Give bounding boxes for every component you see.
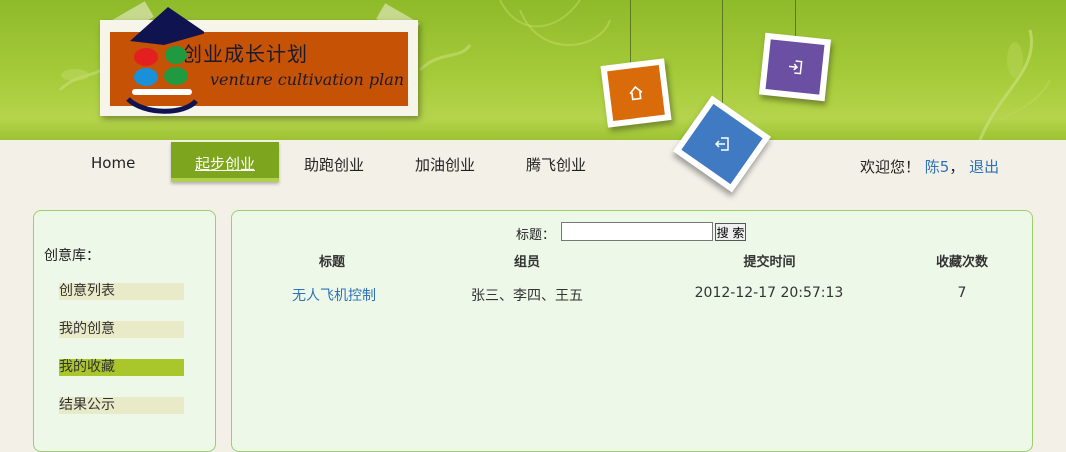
sidebar-item-my-ideas[interactable]: 我的创意 <box>59 321 184 338</box>
login-card[interactable] <box>758 32 832 102</box>
sidebar-item-results[interactable]: 结果公示 <box>59 397 184 414</box>
sidebar-item-idea-list[interactable]: 创意列表 <box>59 283 184 300</box>
column-header-members: 组员 <box>513 255 540 270</box>
idea-favorite-count: 7 <box>957 285 967 301</box>
greeting-text: 欢迎您！ <box>860 158 921 176</box>
idea-title-link[interactable]: 无人飞机控制 <box>272 285 396 305</box>
idea-members: 张三、李四、王五 <box>471 288 583 304</box>
favorites-panel: 标题： 搜 索 标题 组员 提交时间 收藏次数 无人飞机控制 张三、李四、王五 … <box>231 210 1033 452</box>
sidebar: 创意库： 创意列表 我的创意 我的收藏 结果公示 <box>33 210 216 452</box>
logout-link[interactable]: 退出 <box>969 158 999 176</box>
sidebar-title: 创意库： <box>44 248 100 264</box>
hanging-string <box>795 0 796 36</box>
username-link[interactable]: 陈5 <box>925 158 950 176</box>
site-logo[interactable]: 创业成长计划 venture cultivation plan <box>100 7 418 116</box>
column-header-favorite-count: 收藏次数 <box>935 255 988 270</box>
user-welcome: 欢迎您！ 陈5， 退出 <box>860 156 999 177</box>
sidebar-item-my-favorites[interactable]: 我的收藏 <box>59 359 184 376</box>
search-button[interactable]: 搜 索 <box>715 223 746 241</box>
search-input[interactable] <box>561 222 713 241</box>
hanging-string <box>722 0 723 104</box>
home-icon <box>629 85 643 101</box>
column-header-submit-time: 提交时间 <box>743 255 796 270</box>
separator-text: ， <box>949 158 965 176</box>
nav-active-label: 起步创业 <box>194 155 255 173</box>
logo-mascot-icon <box>126 7 204 114</box>
search-label: 标题： <box>516 228 556 243</box>
logo-subtitle: venture cultivation plan <box>210 70 405 89</box>
nav-soar-business[interactable]: 腾飞创业 <box>526 154 586 175</box>
hanging-string <box>630 0 631 62</box>
nav-boost-business[interactable]: 加油创业 <box>415 154 475 175</box>
idea-submit-time: 2012-12-17 20:57:13 <box>694 285 844 301</box>
nav-home[interactable]: Home <box>91 154 135 172</box>
header-banner: 创业成长计划 venture cultivation plan <box>0 0 1066 140</box>
login-icon <box>788 60 803 75</box>
home-card[interactable] <box>600 58 672 128</box>
nav-run-business[interactable]: 助跑创业 <box>304 154 364 175</box>
nav-start-business[interactable]: 起步创业 <box>171 142 279 182</box>
logout-icon <box>714 137 729 151</box>
column-header-title: 标题 <box>318 255 345 270</box>
